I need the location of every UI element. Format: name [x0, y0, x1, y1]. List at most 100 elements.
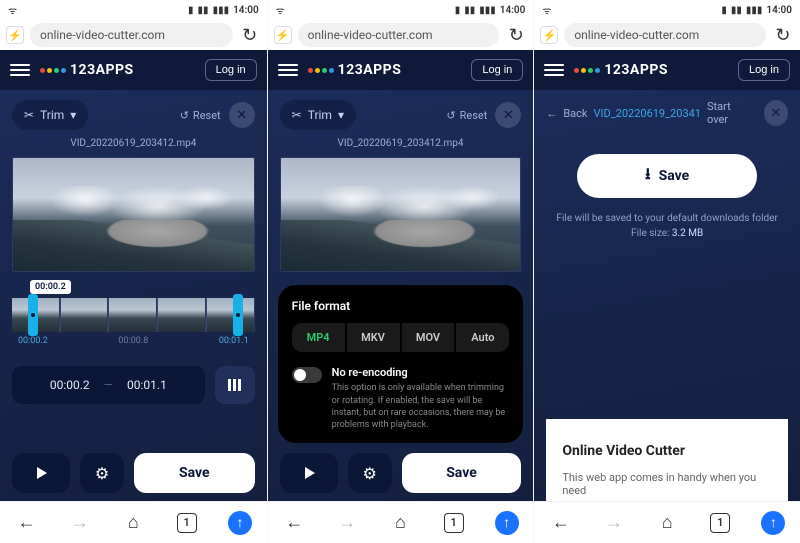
login-button[interactable]: Log in	[205, 59, 257, 81]
lightning-icon[interactable]: ⚡	[6, 26, 24, 44]
nav-back-icon[interactable]: ←	[281, 510, 307, 536]
settings-button[interactable]: ⚙	[348, 453, 392, 493]
nav-tabs-button[interactable]: 1	[707, 510, 733, 536]
preview-mountain	[13, 220, 254, 271]
play-icon	[302, 466, 316, 480]
url-field[interactable]: online-video-cutter.com	[30, 23, 233, 47]
settings-button[interactable]: ⚙	[80, 453, 124, 493]
wifi-icon: ᯤ	[542, 3, 551, 17]
app-header: 123APPS Log in	[268, 50, 534, 90]
range-end: 00:01.1	[127, 378, 167, 392]
arrow-up-icon: ↑	[761, 511, 785, 535]
play-button[interactable]	[12, 453, 70, 493]
timeline[interactable]: 00:00.2 00:00.2 00:00.8 00:01.1	[12, 298, 255, 352]
url-field[interactable]: online-video-cutter.com	[564, 23, 766, 47]
close-button[interactable]: ✕	[764, 100, 788, 126]
file-format-title: File format	[292, 299, 510, 313]
format-auto[interactable]: Auto	[456, 323, 509, 352]
trim-end-handle[interactable]	[233, 294, 243, 336]
close-button[interactable]: ✕	[495, 102, 521, 128]
lightning-icon[interactable]: ⚡	[540, 26, 558, 44]
nfc-icon: ▮	[721, 5, 727, 16]
file-name: VID_20220619_203412.mp4	[12, 138, 255, 149]
signal-icon: ▮▮	[198, 5, 209, 16]
refresh-icon[interactable]: ↻	[505, 24, 527, 46]
save-button[interactable]: Save	[134, 453, 255, 493]
crop-button[interactable]	[215, 366, 255, 404]
size-label: File size:	[631, 228, 669, 239]
refresh-icon[interactable]: ↻	[772, 24, 794, 46]
start-over-button[interactable]: Start over	[707, 100, 752, 126]
gear-icon: ⚙	[362, 464, 376, 483]
breadcrumb: ← Back VID_20220619_20341 Start over ✕	[546, 100, 788, 126]
tab-count: 1	[177, 513, 197, 533]
trim-start-handle[interactable]	[28, 294, 38, 336]
save-page: ← Back VID_20220619_20341 Start over ✕ ⭳…	[534, 90, 800, 501]
nav-tabs-button[interactable]: 1	[441, 510, 467, 536]
arrow-up-icon: ↑	[495, 511, 519, 535]
no-reencode-toggle[interactable]	[292, 367, 322, 383]
chevron-down-icon: ▾	[338, 108, 344, 122]
brand-text: 123APPS	[338, 62, 402, 78]
back-button[interactable]: Back	[563, 107, 587, 120]
timeline-strip[interactable]	[12, 298, 255, 332]
format-mkv[interactable]: MKV	[347, 323, 402, 352]
format-mp4[interactable]: MP4	[292, 323, 347, 352]
reset-button[interactable]: ↺ Reset	[446, 109, 487, 122]
nav-forward-icon[interactable]: →	[334, 510, 360, 536]
login-button[interactable]: Log in	[738, 59, 790, 81]
editor-toolbar: ✂ Trim ▾ ↺ Reset ✕	[12, 100, 255, 130]
menu-icon[interactable]	[544, 64, 564, 76]
nfc-icon: ▮	[455, 5, 461, 16]
menu-icon[interactable]	[278, 64, 298, 76]
browser-nav: ← → ⌂ 1 ↑	[534, 501, 800, 543]
video-preview[interactable]	[12, 157, 255, 272]
nav-options-button[interactable]: ↑	[494, 510, 520, 536]
lightning-icon[interactable]: ⚡	[274, 26, 292, 44]
tab-count: 1	[710, 513, 730, 533]
status-left: ᯤ	[8, 3, 17, 17]
save-button[interactable]: Save	[402, 453, 522, 493]
address-bar: ⚡ online-video-cutter.com ↻	[534, 20, 800, 50]
close-button[interactable]: ✕	[229, 102, 255, 128]
nav-home-icon[interactable]: ⌂	[387, 510, 413, 536]
reset-label: Reset	[193, 109, 221, 122]
nav-forward-icon[interactable]: →	[67, 510, 93, 536]
crop-icon	[227, 377, 243, 393]
nav-forward-icon[interactable]: →	[601, 510, 627, 536]
nav-back-icon[interactable]: ←	[548, 510, 574, 536]
nav-back-icon[interactable]: ←	[14, 510, 40, 536]
signal-icon: ▮▮	[731, 5, 742, 16]
video-preview[interactable]	[280, 157, 522, 272]
playhead-time: 00:00.2	[30, 280, 71, 294]
url-text: online-video-cutter.com	[308, 28, 433, 42]
refresh-icon[interactable]: ↻	[239, 24, 261, 46]
brand-logo[interactable]: 123APPS	[308, 62, 462, 78]
download-button[interactable]: ⭳ Save	[577, 154, 757, 198]
reset-button[interactable]: ↺ Reset	[180, 109, 221, 122]
brand-logo[interactable]: 123APPS	[574, 62, 728, 78]
brand-logo[interactable]: 123APPS	[40, 62, 195, 78]
menu-icon[interactable]	[10, 64, 30, 76]
url-field[interactable]: online-video-cutter.com	[298, 23, 500, 47]
address-bar: ⚡ online-video-cutter.com ↻	[268, 20, 534, 50]
status-left: ᯤ	[276, 3, 285, 17]
back-arrow-icon[interactable]: ←	[546, 107, 557, 120]
range-start: 00:00.2	[50, 378, 90, 392]
play-button[interactable]	[280, 453, 338, 493]
clock: 14:00	[500, 5, 526, 16]
nav-home-icon[interactable]: ⌂	[120, 510, 146, 536]
no-reencode-desc: This option is only available when trimm…	[332, 382, 510, 431]
trim-button[interactable]: ✂ Trim ▾	[280, 100, 356, 130]
login-button[interactable]: Log in	[471, 59, 523, 81]
range-row: 00:00.2 — 00:01.1	[12, 366, 255, 404]
format-mov[interactable]: MOV	[402, 323, 457, 352]
nav-home-icon[interactable]: ⌂	[654, 510, 680, 536]
range-dash: —	[104, 378, 113, 392]
nav-options-button[interactable]: ↑	[760, 510, 786, 536]
nav-options-button[interactable]: ↑	[227, 510, 253, 536]
nav-tabs-button[interactable]: 1	[174, 510, 200, 536]
status-bar: ᯤ ▮▮▮▮▮▮ 14:00	[268, 0, 534, 20]
trim-button[interactable]: ✂ Trim ▾	[12, 100, 88, 130]
time-range-display[interactable]: 00:00.2 — 00:01.1	[12, 366, 205, 404]
